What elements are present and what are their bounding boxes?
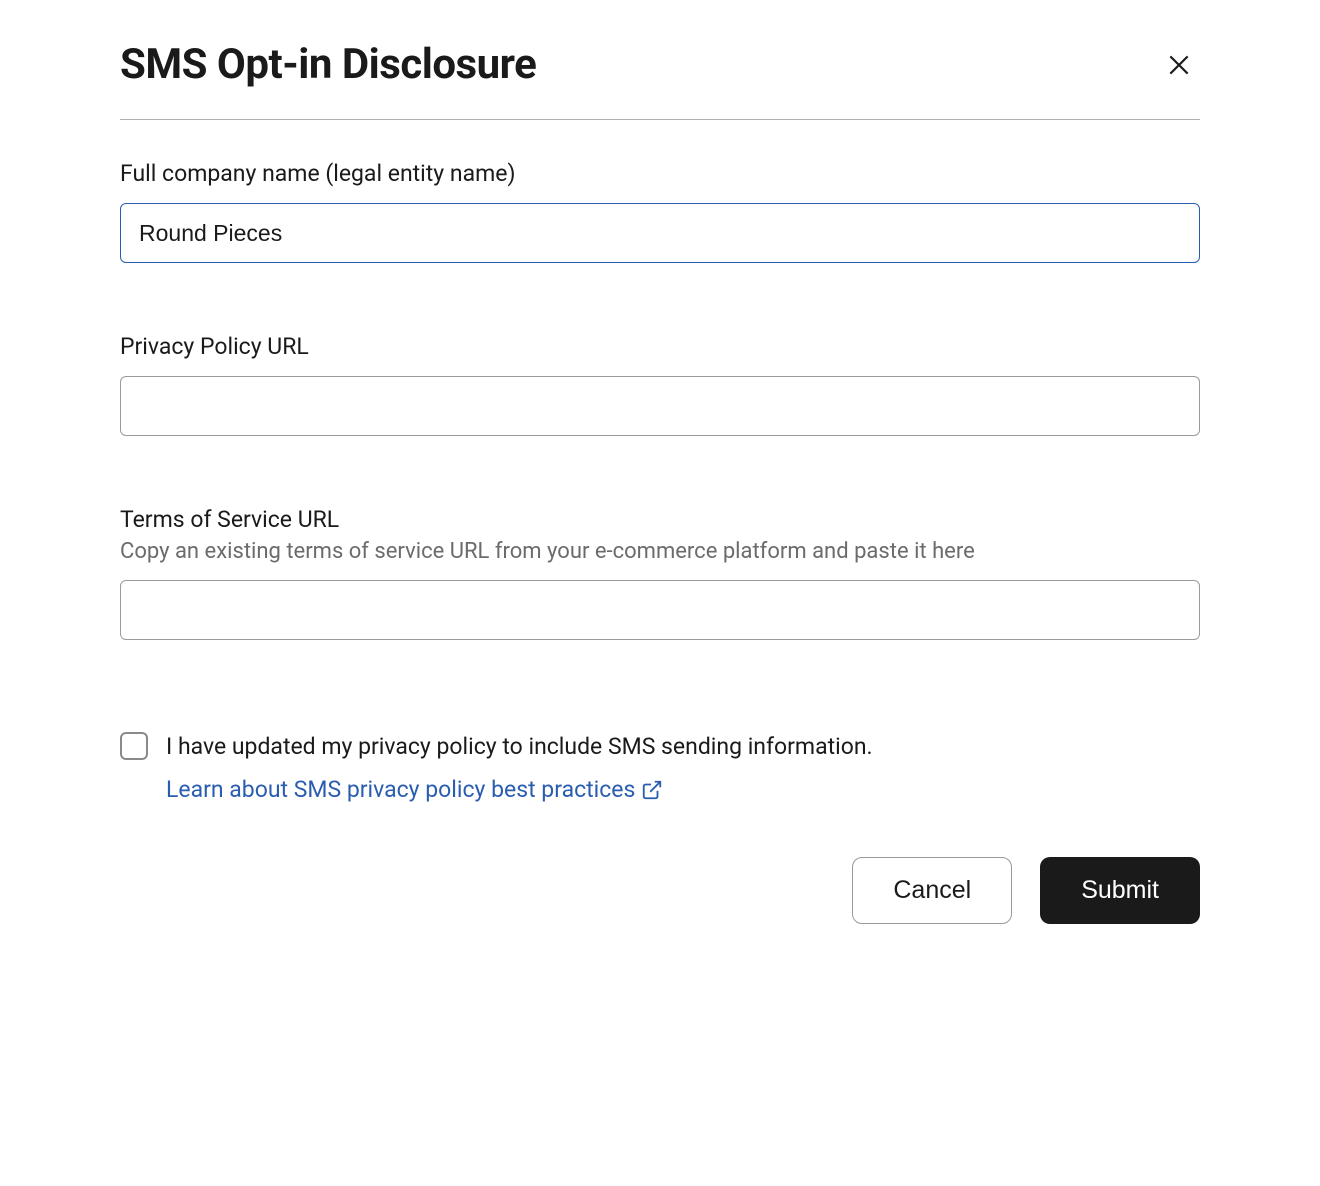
company-name-group: Full company name (legal entity name)	[120, 160, 1200, 263]
consent-checkbox[interactable]	[120, 732, 148, 760]
external-link-icon	[641, 779, 663, 801]
privacy-url-label: Privacy Policy URL	[120, 333, 1200, 360]
learn-more-link[interactable]: Learn about SMS privacy policy best prac…	[166, 773, 663, 808]
cancel-button[interactable]: Cancel	[852, 857, 1012, 924]
modal-footer: Cancel Submit	[120, 857, 1200, 924]
modal-header: SMS Opt-in Disclosure	[120, 40, 1200, 120]
consent-row: I have updated my privacy policy to incl…	[120, 730, 1200, 807]
tos-url-group: Terms of Service URL Copy an existing te…	[120, 506, 1200, 640]
consent-text: I have updated my privacy policy to incl…	[166, 730, 873, 765]
consent-text-block: I have updated my privacy policy to incl…	[166, 730, 873, 807]
submit-button[interactable]: Submit	[1040, 857, 1200, 924]
company-name-label: Full company name (legal entity name)	[120, 160, 1200, 187]
privacy-url-group: Privacy Policy URL	[120, 333, 1200, 436]
tos-url-label: Terms of Service URL	[120, 506, 1200, 533]
tos-url-help: Copy an existing terms of service URL fr…	[120, 539, 1200, 564]
close-icon	[1166, 52, 1192, 78]
learn-more-text: Learn about SMS privacy policy best prac…	[166, 773, 635, 808]
close-button[interactable]	[1158, 44, 1200, 86]
sms-optin-modal: SMS Opt-in Disclosure Full company name …	[120, 40, 1200, 924]
modal-title: SMS Opt-in Disclosure	[120, 40, 536, 89]
tos-url-input[interactable]	[120, 580, 1200, 640]
privacy-url-input[interactable]	[120, 376, 1200, 436]
company-name-input[interactable]	[120, 203, 1200, 263]
